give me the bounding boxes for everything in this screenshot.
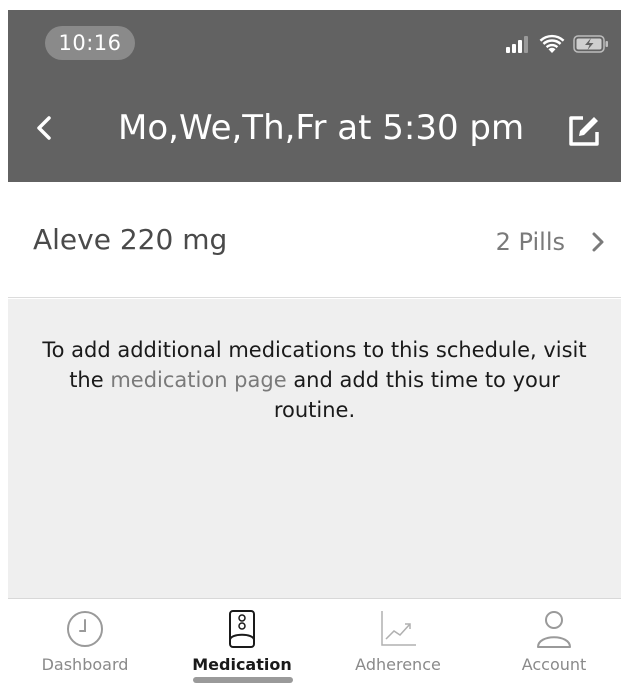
header: 10:16 Mo,We,Th,Fr at 5:30 pm xyxy=(8,10,621,182)
tab-label: Adherence xyxy=(355,655,441,674)
tab-account[interactable]: Account xyxy=(479,599,621,696)
wifi-icon xyxy=(539,34,565,53)
medication-quantity: 2 Pills xyxy=(495,228,565,256)
tab-adherence[interactable]: Adherence xyxy=(323,599,473,696)
medication-name: Aleve 220 mg xyxy=(33,223,228,256)
clock-icon xyxy=(67,611,103,647)
status-icons xyxy=(505,32,609,56)
medication-page-link[interactable]: medication page xyxy=(110,368,286,392)
chart-trend-icon xyxy=(381,611,416,646)
edit-icon xyxy=(569,116,599,146)
medication-row[interactable]: Aleve 220 mg 2 Pills xyxy=(8,184,621,298)
tab-dashboard[interactable]: Dashboard xyxy=(10,599,160,696)
edit-button[interactable] xyxy=(567,114,601,148)
chevron-right-icon xyxy=(592,232,604,252)
tab-label: Account xyxy=(521,655,587,674)
info-text-after: and add this time to your routine. xyxy=(273,368,560,422)
user-icon xyxy=(537,611,571,648)
info-text: To add additional medications to this sc… xyxy=(28,335,601,425)
page-title: Mo,We,Th,Fr at 5:30 pm xyxy=(118,108,525,148)
active-tab-indicator xyxy=(193,677,293,683)
tab-label: Medication xyxy=(192,655,292,674)
battery-charging-icon xyxy=(573,35,608,53)
status-time: 10:16 xyxy=(45,26,135,60)
tab-label: Dashboard xyxy=(41,655,129,674)
chevron-left-icon xyxy=(37,116,51,140)
cellular-signal-icon xyxy=(506,36,528,53)
app-screen: 10:16 Mo,We,Th,Fr at 5:30 pm Aleve 220 m… xyxy=(0,0,621,696)
bottom-tab-bar: Dashboard Medication Adherence Account xyxy=(8,598,621,696)
back-button[interactable] xyxy=(30,110,58,146)
pill-bottle-icon xyxy=(229,610,255,648)
info-panel: To add additional medications to this sc… xyxy=(8,299,621,598)
